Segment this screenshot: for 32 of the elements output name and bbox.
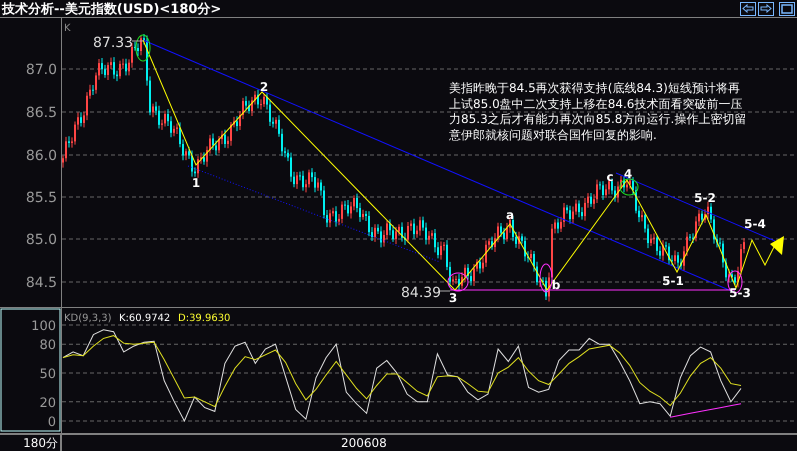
wave-label: 5-1 xyxy=(662,274,684,288)
wave-label: a xyxy=(506,208,514,222)
axis-label: 20 xyxy=(39,396,56,411)
wave-label: 4 xyxy=(624,167,632,181)
wave-label: b xyxy=(552,278,560,292)
date-label: 200608 xyxy=(341,435,387,451)
period-label: 180分 xyxy=(0,435,62,451)
axis-label: 100 xyxy=(31,319,56,334)
wave-label: 5-3 xyxy=(729,286,751,300)
wave-label: 1 xyxy=(192,176,200,190)
legend-label: D:39.9630 xyxy=(178,313,230,324)
wave-label: 5-2 xyxy=(694,191,716,205)
wave-label: 2 xyxy=(260,80,268,94)
axis-label: 84.5 xyxy=(26,275,57,291)
legend-label: K:60.9742 xyxy=(119,313,170,324)
wave-label: 3 xyxy=(448,291,458,305)
price-label: 87.33 xyxy=(93,35,134,51)
axis-label: 0 xyxy=(48,415,56,430)
price-label: 84.39 xyxy=(401,285,442,301)
wave-label: 5-4 xyxy=(744,217,766,231)
axis-label: 50 xyxy=(39,367,56,382)
axis-label: 85.5 xyxy=(26,190,57,206)
axis-label: 80 xyxy=(39,338,56,354)
chart-type-label: K xyxy=(64,23,71,34)
axis-label: 86.5 xyxy=(26,105,57,121)
axis-label: 86.0 xyxy=(26,148,57,164)
commentary-text: 美指昨晚于84.5再次获得支持(底线84.3)短线预计将再上试85.0盘中二次支持上移在84.6技术面看突破前一压力85.3之后才有能力再次向85.8方向运行.操作上密切留意伊郎就核问题对联合国作回复的影响. xyxy=(449,81,748,143)
indicator-name: KD(9,3,3) xyxy=(64,313,112,324)
axis-label: 85.0 xyxy=(26,232,57,248)
window-title: 技术分析--美元指数(USD)<180分> xyxy=(0,0,222,18)
wave-label: c xyxy=(606,170,614,184)
axis-label: 87.0 xyxy=(26,62,57,78)
